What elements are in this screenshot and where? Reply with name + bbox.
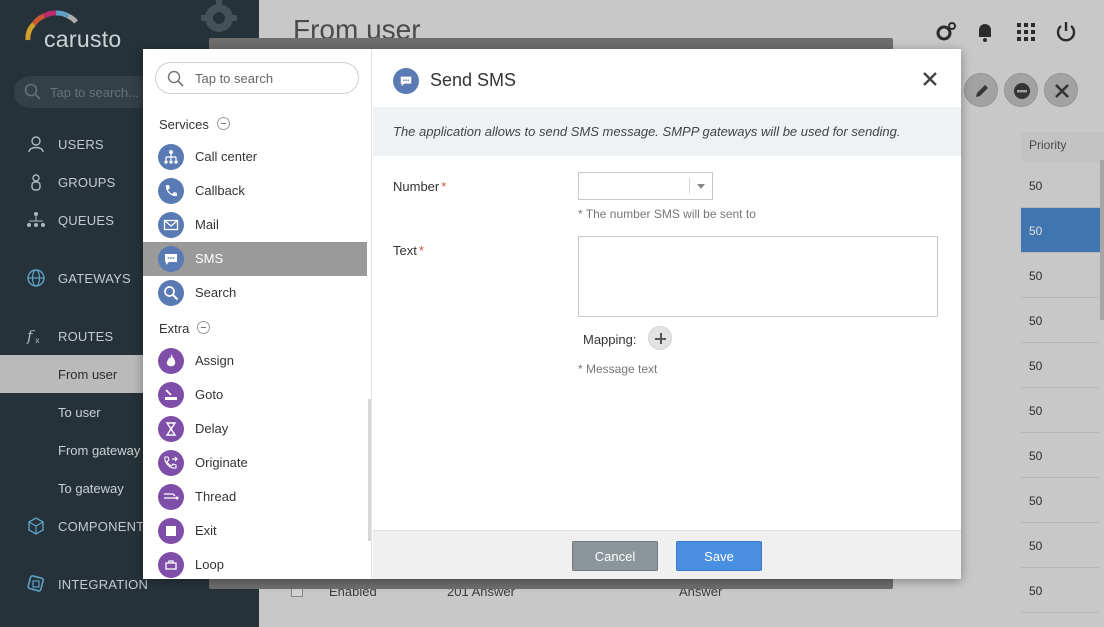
number-label-text: Number — [393, 179, 440, 194]
group-services[interactable]: Services — [159, 116, 230, 132]
palette-scrollbar[interactable] — [368, 399, 371, 541]
chat-icon — [158, 246, 184, 272]
palette-item-mail[interactable]: Mail — [143, 208, 367, 242]
phone-forward-icon — [158, 450, 184, 476]
cancel-button[interactable]: Cancel — [572, 541, 658, 571]
search-icon — [167, 70, 184, 87]
application-palette: Tap to search Services Call center Callb… — [143, 49, 372, 579]
dialog-title: Send SMS — [430, 70, 517, 90]
palette-item-delay[interactable]: Delay — [143, 412, 367, 446]
palette-item-label: SMS — [195, 251, 224, 266]
phone-icon — [158, 178, 184, 204]
group-extra[interactable]: Extra — [159, 320, 211, 336]
number-label: Number * — [393, 179, 446, 194]
palette-item-label: Call center — [195, 149, 258, 164]
text-label-text: Text — [393, 243, 417, 258]
save-button[interactable]: Save — [676, 541, 762, 571]
palette-item-label: Mail — [195, 217, 219, 232]
envelope-icon — [158, 212, 184, 238]
hourglass-icon — [158, 416, 184, 442]
group-label: Services — [159, 117, 209, 132]
text-label: Text * — [393, 243, 424, 258]
add-mapping-button[interactable] — [648, 326, 672, 350]
palette-item-label: Originate — [195, 455, 248, 470]
sms-form: Send SMS The application allows to send … — [373, 49, 961, 579]
palette-item-callback[interactable]: Callback — [143, 174, 367, 208]
dialog-footer: Cancel Save — [373, 530, 961, 579]
palette-search-input[interactable]: Tap to search — [155, 62, 359, 94]
flame-icon — [158, 348, 184, 374]
stop-icon — [158, 518, 184, 544]
text-field[interactable] — [578, 236, 938, 317]
collapse-icon[interactable] — [216, 117, 230, 130]
palette-item-label: Loop — [195, 557, 224, 572]
group-label: Extra — [159, 321, 190, 336]
chat-icon — [393, 68, 419, 94]
loop-icon — [158, 552, 184, 578]
thread-icon — [158, 484, 184, 510]
mapping-label: Mapping: — [583, 332, 637, 347]
select-divider — [689, 178, 690, 194]
palette-item-label: Exit — [195, 523, 217, 538]
palette-item-thread[interactable]: Thread — [143, 480, 367, 514]
required-mark: * — [418, 243, 424, 258]
palette-item-label: Assign — [195, 353, 235, 368]
palette-item-search[interactable]: Search — [143, 276, 367, 310]
palette-item-loop[interactable]: Loop — [143, 548, 367, 579]
org-chart-icon — [158, 144, 184, 170]
palette-search-placeholder: Tap to search — [195, 71, 274, 86]
palette-item-originate[interactable]: Originate — [143, 446, 367, 480]
search-icon — [158, 280, 184, 306]
palette-item-label: Delay — [195, 421, 229, 436]
number-hint: * The number SMS will be sent to — [578, 207, 756, 221]
palette-item-sms[interactable]: SMS — [143, 242, 367, 276]
palette-item-label: Search — [195, 285, 237, 300]
palette-item-goto[interactable]: Goto — [143, 378, 367, 412]
chevron-down-icon[interactable] — [697, 184, 705, 189]
description-text: The application allows to send SMS messa… — [393, 124, 901, 139]
palette-item-label: Thread — [195, 489, 237, 504]
send-sms-dialog: Tap to search Services Call center Callb… — [143, 49, 961, 579]
text-hint: * Message text — [578, 362, 658, 376]
palette-item-label: Callback — [195, 183, 245, 198]
palette-item-label: Goto — [195, 387, 224, 402]
palette-item-assign[interactable]: Assign — [143, 344, 367, 378]
number-select[interactable] — [578, 172, 713, 200]
palette-item-exit[interactable]: Exit — [143, 514, 367, 548]
collapse-icon[interactable] — [197, 321, 211, 334]
required-mark: * — [441, 179, 447, 194]
close-icon[interactable] — [921, 70, 939, 88]
palette-item-call-center[interactable]: Call center — [143, 140, 367, 174]
description-bar: The application allows to send SMS messa… — [373, 107, 961, 156]
goto-icon — [158, 382, 184, 408]
